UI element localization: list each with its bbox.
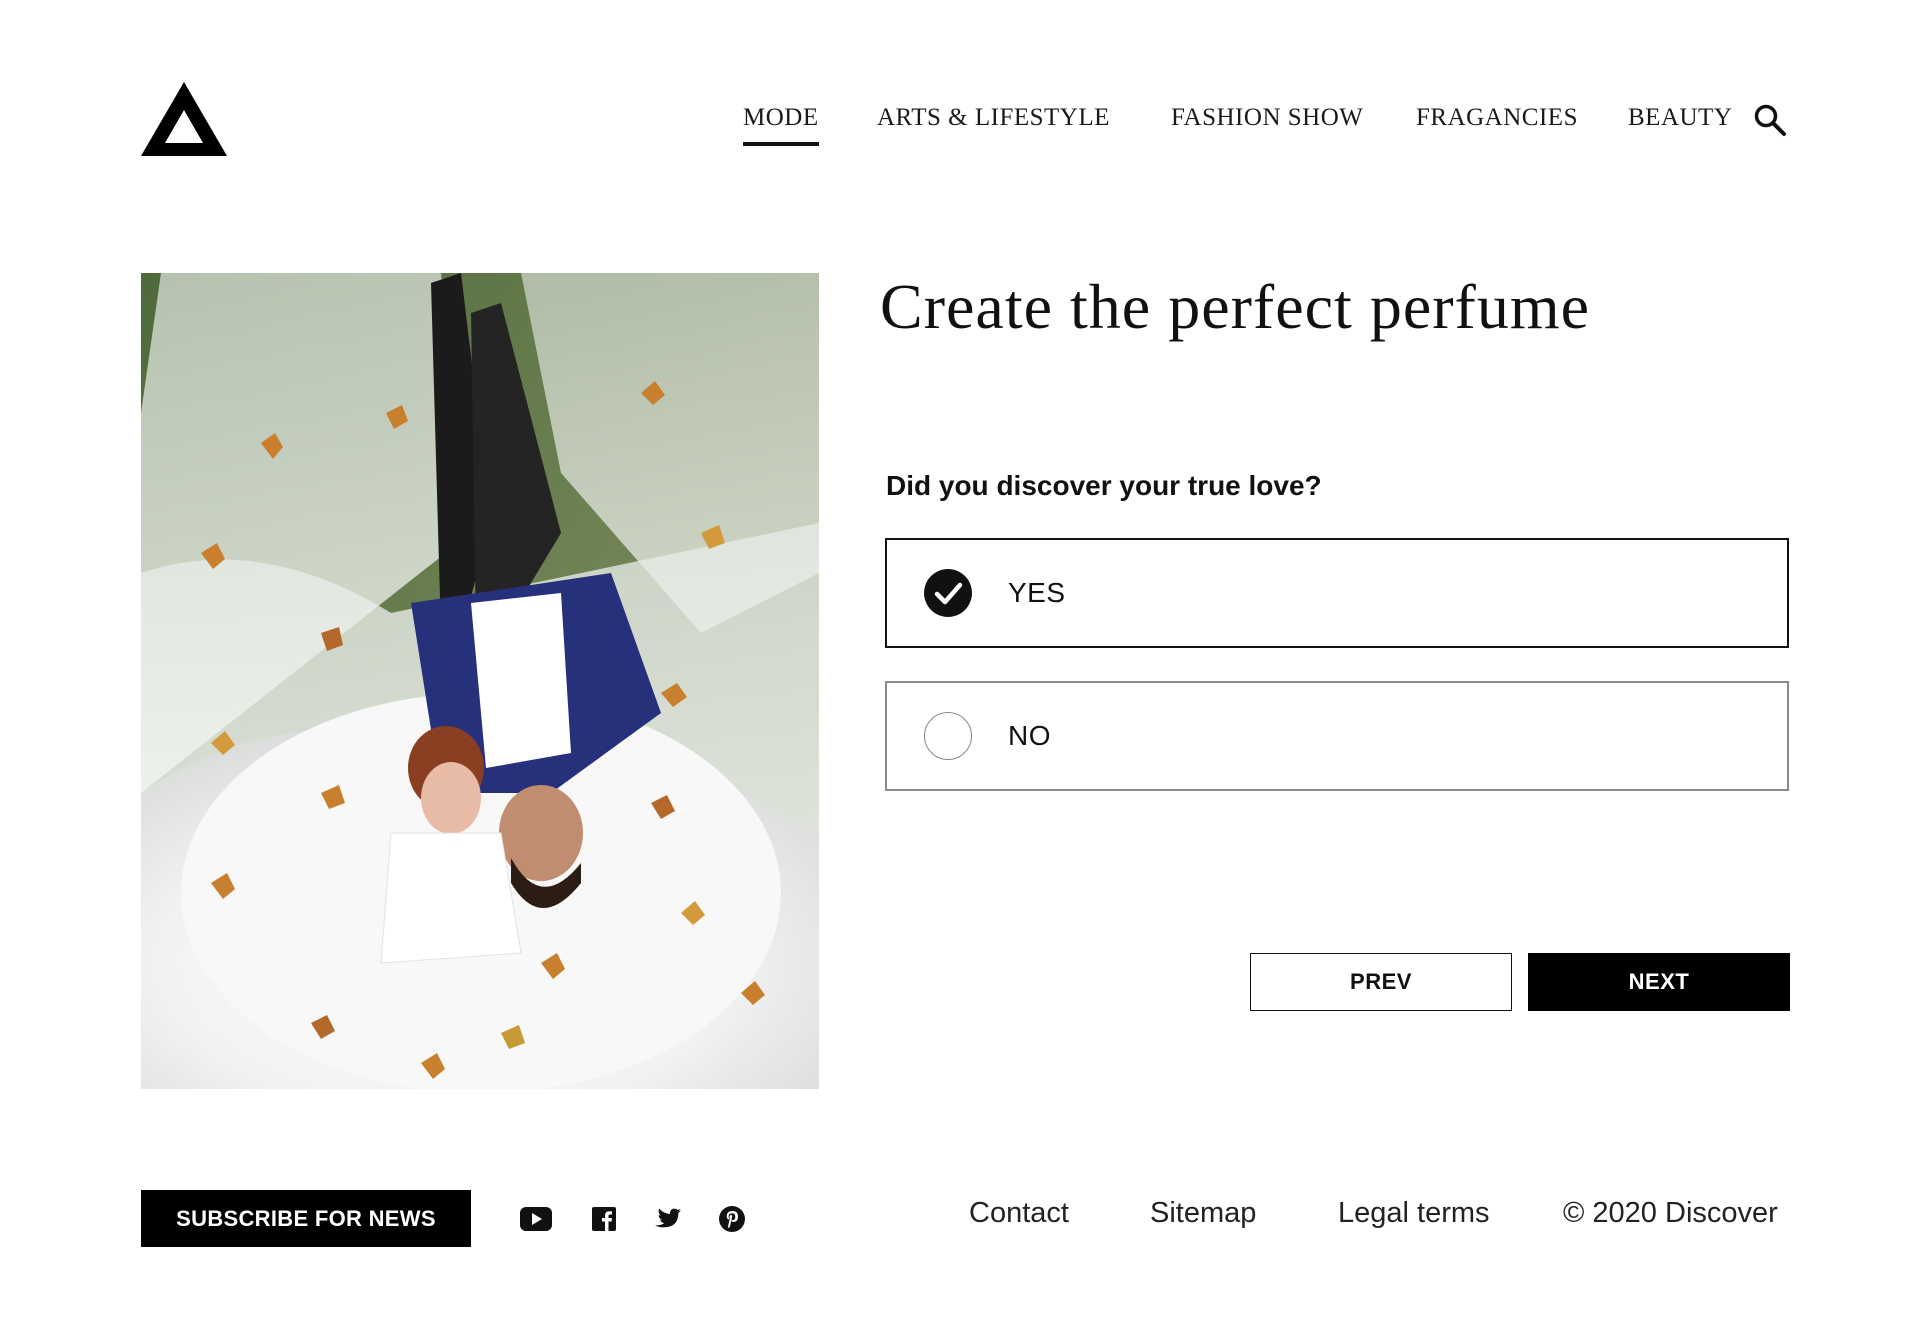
brand-logo[interactable] (141, 82, 227, 156)
nav-item-mode[interactable]: MODE (743, 104, 819, 146)
nav-item-fashion-show[interactable]: FASHION SHOW (1171, 104, 1363, 132)
nav-item-beauty[interactable]: BEAUTY (1628, 104, 1732, 132)
search-icon (1754, 104, 1786, 136)
radio-checked-icon (924, 569, 972, 617)
twitter-icon (655, 1208, 681, 1228)
pinterest-link[interactable] (716, 1205, 748, 1233)
facebook-link[interactable] (588, 1205, 620, 1233)
subscribe-button[interactable]: SUBSCRIBE FOR NEWS (141, 1190, 471, 1247)
footer-link-contact[interactable]: Contact (969, 1197, 1069, 1230)
nav-item-arts-lifestyle[interactable]: ARTS & LIFESTYLE (877, 104, 1110, 132)
pinterest-icon (719, 1206, 745, 1232)
next-button[interactable]: NEXT (1528, 953, 1790, 1011)
nav-item-fragancies[interactable]: FRAGANCIES (1416, 104, 1578, 132)
footer-link-legal-terms[interactable]: Legal terms (1338, 1197, 1490, 1230)
option-no[interactable]: NO (885, 681, 1789, 791)
search-button[interactable] (1753, 103, 1787, 137)
option-yes-label: YES (1008, 577, 1066, 608)
twitter-link[interactable] (652, 1205, 684, 1233)
footer-link-sitemap[interactable]: Sitemap (1150, 1197, 1256, 1230)
hero-image (141, 273, 819, 1089)
option-no-label: NO (1008, 720, 1051, 751)
page-title: Create the perfect perfume (880, 271, 1591, 342)
facebook-icon (592, 1207, 616, 1231)
radio-unchecked-icon (924, 712, 972, 760)
triangle-logo-icon (141, 82, 227, 156)
copyright-text: © 2020 Discover (1563, 1197, 1778, 1229)
youtube-icon (520, 1207, 552, 1231)
quiz-question: Did you discover your true love? (886, 470, 1322, 501)
option-yes[interactable]: YES (885, 538, 1789, 648)
prev-button[interactable]: PREV (1250, 953, 1512, 1011)
youtube-link[interactable] (520, 1205, 552, 1233)
